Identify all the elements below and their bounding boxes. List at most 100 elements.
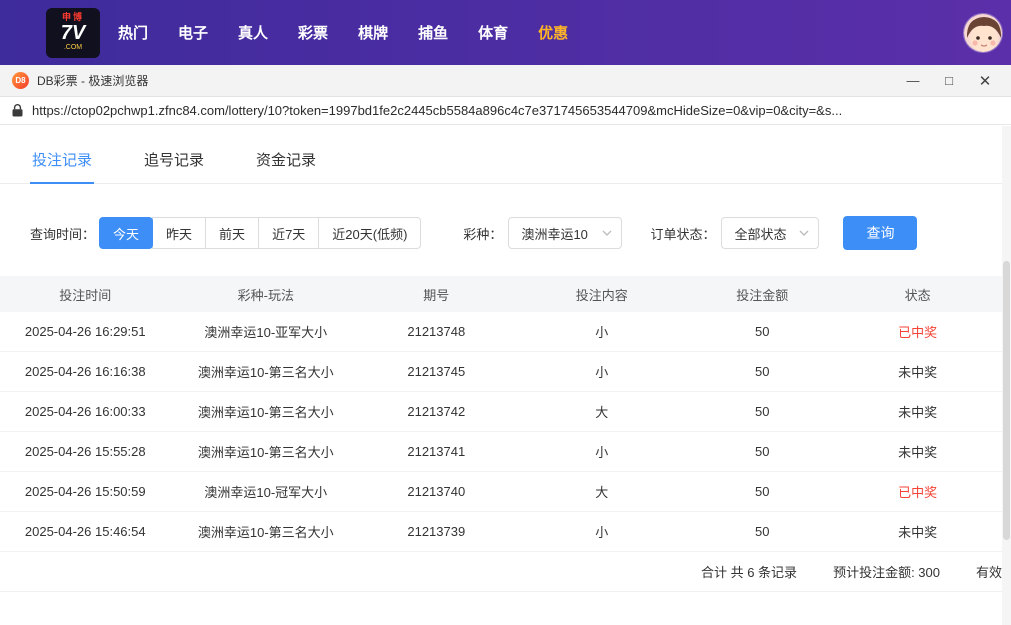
cell-game: 澳洲幸运10-第三名大小 [197,365,334,380]
cell-issue: 21213748 [407,324,466,339]
cell-issue: 21213739 [407,524,466,539]
cell-amount: 50 [755,524,770,539]
column-header-0: 投注时间 [59,287,112,303]
brand-logo-main: 7V [60,22,86,45]
brand-logo-bottom: .COM [63,44,83,52]
time-filter-option-0[interactable]: 今天 [99,217,154,249]
cell-content: 小 [595,325,609,340]
site-navbar: 申博 7V .COM 热门 电子 真人 彩票 棋牌 捕鱼 体育 优惠 [0,0,1011,65]
time-filter-option-4[interactable]: 近20天(低频) [318,217,422,249]
cell-status: 未中奖 [898,525,938,540]
tab-2[interactable]: 资金记录 [254,139,318,183]
nav-item-2[interactable]: 真人 [238,22,268,43]
nav-item-1[interactable]: 电子 [178,22,208,43]
table-row: 2025-04-26 15:46:54 澳洲幸运10-第三名大小 21213739 小… [0,512,1003,552]
screen: 申博 7V .COM 热门 电子 真人 彩票 棋牌 捕鱼 体育 优惠 D8 DB彩票 - 极速… [0,0,1011,625]
tab-1[interactable]: 追号记录 [142,139,206,183]
lottery-select[interactable]: 澳洲幸运10 [508,217,623,249]
lock-icon [12,104,23,117]
filter-bar: 查询时间： 今天 昨天 前天 近7天 近20天(低频) 彩种： 澳洲幸运10 订单状态：… [0,216,1011,250]
table-row: 2025-04-26 16:16:38 澳洲幸运10-第三名大小 21213745 小… [0,352,1003,392]
chevron-down-icon [602,230,612,236]
cell-amount: 50 [755,404,770,419]
time-filter-option-2[interactable]: 前天 [205,217,260,249]
order-status-select-value: 全部状态 [734,226,787,242]
nav-item-7[interactable]: 优惠 [538,22,568,43]
nav-item-5[interactable]: 捕鱼 [418,22,448,43]
cell-time: 2025-04-26 15:55:28 [24,444,146,459]
summary-total-records: 合计 共 6 条记录 [700,565,798,580]
cell-content: 小 [595,525,609,540]
main-nav: 热门 电子 真人 彩票 棋牌 捕鱼 体育 优惠 [118,22,568,43]
browser-app-icon: D8 [12,72,29,89]
cell-issue: 21213741 [407,444,466,459]
chevron-down-icon [799,230,809,236]
cell-status: 未中奖 [898,445,938,460]
summary-expected-amount: 预计投注金额: 300 [833,565,940,580]
cell-content: 大 [595,405,609,420]
tab-0[interactable]: 投注记录 [30,139,95,184]
record-tabs: 投注记录 追号记录 资金记录 [0,139,1011,184]
cell-amount: 50 [755,364,770,379]
cell-game: 澳洲幸运10-第三名大小 [197,525,334,540]
minimize-icon[interactable]: — [895,67,931,95]
cell-time: 2025-04-26 16:29:51 [24,324,146,339]
cell-issue: 21213740 [407,484,466,499]
query-button[interactable]: 查询 [843,216,918,250]
nav-item-0[interactable]: 热门 [118,22,148,43]
window-controls: — □ ✕ [895,67,1003,95]
cell-status: 未中奖 [898,405,938,420]
nav-item-3[interactable]: 彩票 [298,22,328,43]
url-text[interactable]: https://ctop02pchwp1.zfnc84.com/lottery/… [32,103,842,118]
nav-item-6[interactable]: 体育 [478,22,508,43]
bet-records-table: 投注时间 彩种-玩法 期号 投注内容 投注金额 状态 2025-04-26 16:29:5… [0,276,1011,592]
cell-status: 未中奖 [898,365,938,380]
table-row: 2025-04-26 16:00:33 澳洲幸运10-第三名大小 21213742 大… [0,392,1003,432]
column-header-3: 投注内容 [575,287,628,303]
cell-game: 澳洲幸运10-第三名大小 [197,405,334,420]
avatar-image [964,13,1002,52]
lottery-select-value: 澳洲幸运10 [521,226,588,242]
cell-status: 已中奖 [898,485,938,500]
cell-time: 2025-04-26 16:00:33 [24,404,146,419]
time-filter-label: 查询时间： [30,226,96,242]
column-header-5: 状态 [904,287,931,303]
cell-game: 澳洲幸运10-冠军大小 [204,485,328,500]
time-filter-option-1[interactable]: 昨天 [152,217,207,249]
table-body: 2025-04-26 16:29:51 澳洲幸运10-亚军大小 21213748 小 5… [0,312,1003,552]
avatar[interactable] [963,12,1003,53]
time-filter-group: 今天 昨天 前天 近7天 近20天(低频) [99,217,422,249]
cell-amount: 50 [755,324,770,339]
nav-item-4[interactable]: 棋牌 [358,22,388,43]
cell-content: 小 [595,365,609,380]
table-row: 2025-04-26 16:29:51 澳洲幸运10-亚军大小 21213748 小 5… [0,312,1003,352]
table-row: 2025-04-26 15:55:28 澳洲幸运10-第三名大小 21213741 小… [0,432,1003,472]
cell-issue: 21213742 [407,404,466,419]
cell-issue: 21213745 [407,364,466,379]
cell-status: 已中奖 [898,325,938,340]
browser-titlebar: D8 DB彩票 - 极速浏览器 — □ ✕ [0,65,1011,97]
table-row: 2025-04-26 15:50:59 澳洲幸运10-冠军大小 21213740 大 5… [0,472,1003,512]
order-status-select[interactable]: 全部状态 [721,217,820,249]
table-summary-row: 合计 共 6 条记录 预计投注金额: 300 有效投注金 [0,552,1011,592]
cell-content: 小 [595,445,609,460]
cell-game: 澳洲幸运10-亚军大小 [204,325,328,340]
time-filter-option-3[interactable]: 近7天 [258,217,320,249]
column-header-2: 期号 [423,287,450,303]
window-title: DB彩票 - 极速浏览器 [37,74,149,88]
address-bar[interactable]: https://ctop02pchwp1.zfnc84.com/lottery/… [0,97,1011,125]
close-icon[interactable]: ✕ [967,67,1003,95]
order-status-select-label: 订单状态： [650,226,716,242]
cell-game: 澳洲幸运10-第三名大小 [197,445,334,460]
column-header-4: 投注金额 [736,287,789,303]
cell-time: 2025-04-26 16:16:38 [24,364,146,379]
scrollbar-thumb[interactable] [1003,260,1010,541]
brand-logo[interactable]: 申博 7V .COM [46,7,100,58]
maximize-icon[interactable]: □ [931,67,967,95]
cell-amount: 50 [755,444,770,459]
column-header-1: 彩种-玩法 [237,287,294,303]
table-header-row: 投注时间 彩种-玩法 期号 投注内容 投注金额 状态 [0,276,1003,312]
cell-amount: 50 [755,484,770,499]
scrollbar-track[interactable] [1002,126,1011,625]
cell-content: 大 [595,485,609,500]
